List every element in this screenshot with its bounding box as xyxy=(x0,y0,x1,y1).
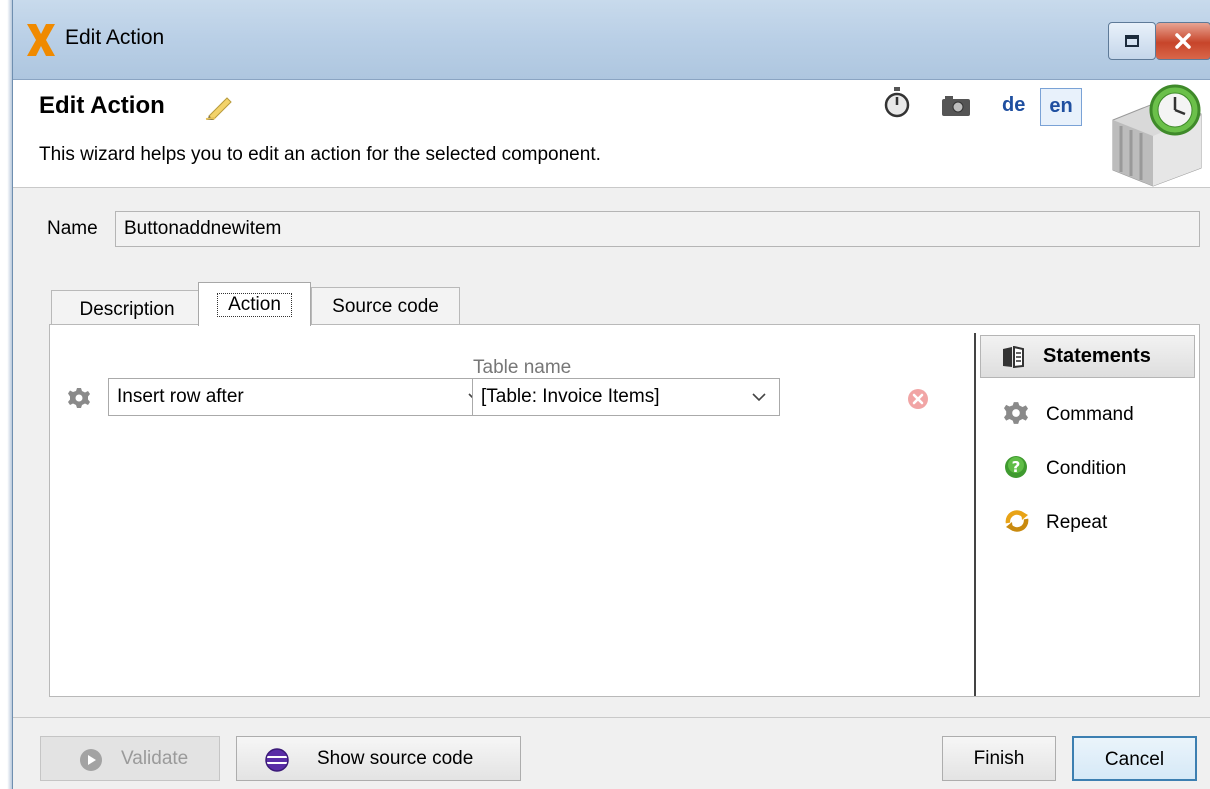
statement-label: Repeat xyxy=(1046,512,1108,533)
command-value: Insert row after xyxy=(117,386,244,407)
table-name-label: Table name xyxy=(473,357,572,378)
question-icon: ? xyxy=(1005,456,1027,478)
statements-header: Statements xyxy=(980,335,1195,378)
server-clock-icon xyxy=(1112,84,1202,187)
validate-label: Validate xyxy=(121,748,189,769)
restore-button[interactable] xyxy=(1108,22,1156,60)
table-name-select[interactable]: [Table: Invoice Items] xyxy=(472,378,780,416)
name-field[interactable]: Buttonaddnewitem xyxy=(115,211,1200,247)
table-name-value: [Table: Invoice Items] xyxy=(481,386,660,407)
finish-button[interactable]: Finish xyxy=(942,736,1056,781)
tab-description[interactable]: Description xyxy=(51,290,203,325)
gear-icon[interactable] xyxy=(68,387,90,409)
language-de[interactable]: de xyxy=(996,88,1031,126)
repeat-icon xyxy=(1005,510,1029,532)
close-button[interactable] xyxy=(1156,22,1210,60)
window-shadow xyxy=(0,0,12,789)
svg-text:?: ? xyxy=(1012,458,1021,476)
window-title: Edit Action xyxy=(65,26,165,49)
chevron-down-icon xyxy=(752,393,766,402)
name-label: Name xyxy=(47,218,98,239)
play-icon xyxy=(80,749,102,771)
footer-separator xyxy=(13,717,1210,718)
show-source-code-button[interactable]: Show source code xyxy=(236,736,521,781)
edit-action-dialog: Edit Action Edit Action This wizard help… xyxy=(12,0,1210,789)
cancel-button[interactable]: Cancel xyxy=(1072,736,1197,781)
restore-icon xyxy=(1125,35,1139,47)
action-panel: Insert row after Table name [Table: Invo… xyxy=(49,324,1200,697)
globe-icon xyxy=(265,748,289,772)
tab-action[interactable]: Action xyxy=(198,282,311,326)
pencil-icon xyxy=(205,97,232,120)
panel-divider xyxy=(974,333,976,696)
tab-source-code[interactable]: Source code xyxy=(311,287,460,325)
wizard-description: This wizard helps you to edit an action … xyxy=(39,144,601,165)
app-logo-icon xyxy=(27,24,55,56)
tab-label: Description xyxy=(79,299,175,320)
statement-label: Command xyxy=(1046,404,1134,425)
tab-label: Source code xyxy=(332,296,439,317)
title-bar[interactable]: Edit Action xyxy=(13,0,1210,80)
page-title: Edit Action xyxy=(39,92,165,119)
remove-statement-icon[interactable] xyxy=(907,388,929,410)
command-select[interactable]: Insert row after xyxy=(108,378,496,416)
gear-icon xyxy=(1004,402,1028,424)
book-icon xyxy=(1003,346,1024,368)
stopwatch-icon[interactable] xyxy=(883,86,911,120)
statements-title: Statements xyxy=(1043,345,1151,367)
tab-label: Action xyxy=(217,293,292,317)
wizard-header: Edit Action This wizard helps you to edi… xyxy=(13,80,1210,188)
show-source-label: Show source code xyxy=(317,748,474,769)
camera-icon[interactable] xyxy=(941,94,971,118)
statements-panel: Statements Command ? Condition Repeat xyxy=(980,335,1195,689)
close-icon xyxy=(1175,33,1191,49)
statement-label: Condition xyxy=(1046,458,1127,479)
language-en[interactable]: en xyxy=(1040,88,1082,126)
validate-button[interactable]: Validate xyxy=(40,736,220,781)
